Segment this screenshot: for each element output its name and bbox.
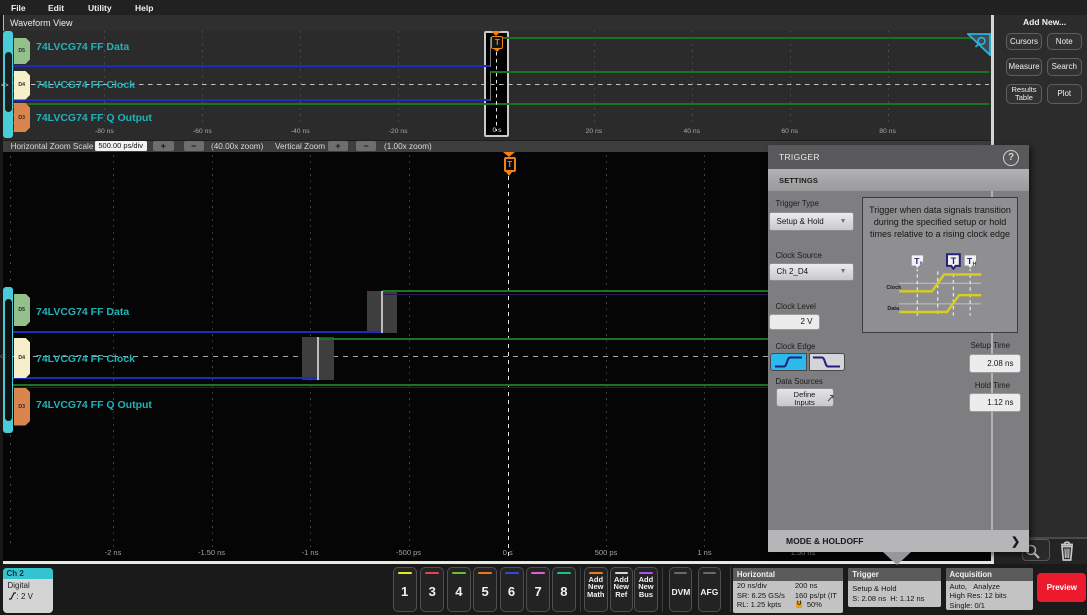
svg-text:Clock: Clock xyxy=(886,285,901,291)
svg-text:Data: Data xyxy=(887,306,900,312)
svg-text:T: T xyxy=(951,256,957,266)
svg-text:H: H xyxy=(973,261,977,267)
